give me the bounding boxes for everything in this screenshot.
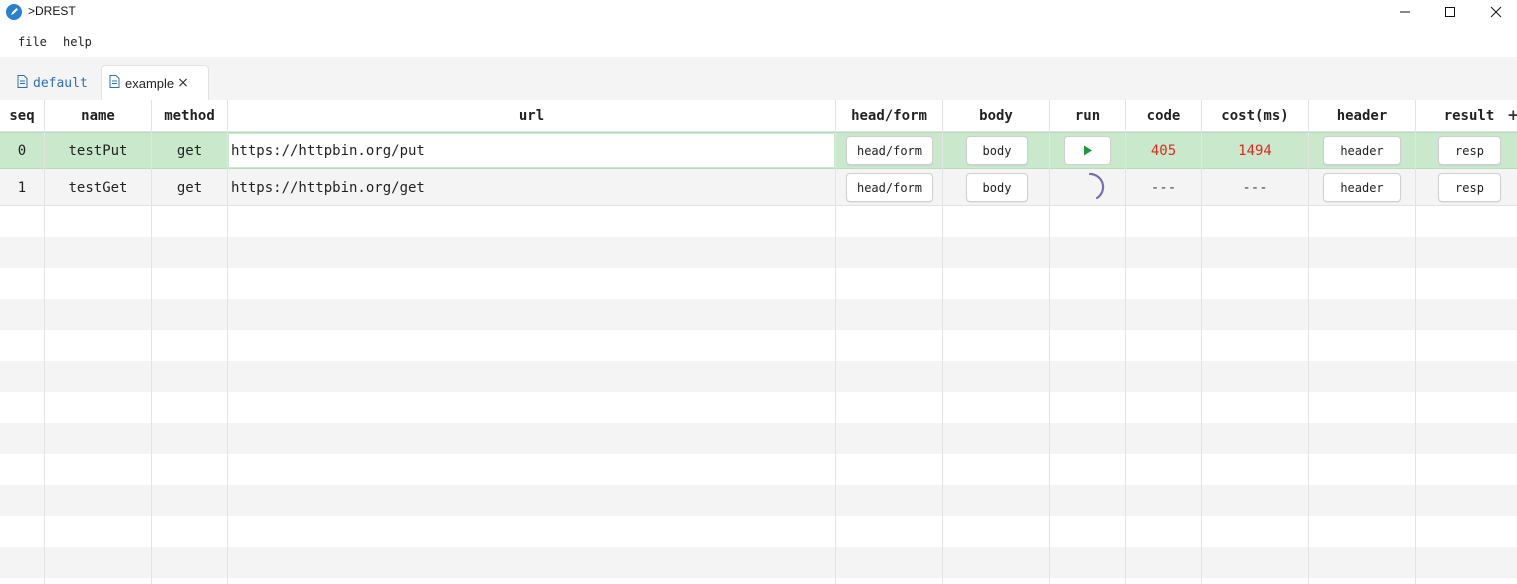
- column-header-seq[interactable]: seq: [0, 100, 44, 132]
- resp-button[interactable]: resp: [1438, 173, 1501, 202]
- head-form-button[interactable]: head/form: [846, 173, 933, 202]
- menu-help[interactable]: help: [63, 35, 92, 49]
- loading-spinner-icon: [1074, 171, 1106, 203]
- cell-method[interactable]: get: [152, 132, 227, 169]
- column-header-result[interactable]: result: [1416, 100, 1517, 132]
- cell-seq: 1: [17, 179, 27, 196]
- document-icon: [109, 74, 120, 92]
- column-divider: [1308, 100, 1309, 584]
- header-button[interactable]: header: [1323, 136, 1401, 165]
- play-icon: [1083, 145, 1092, 156]
- menu-bar: file help: [0, 31, 300, 53]
- tab-example[interactable]: example ×: [101, 65, 209, 100]
- cell-cost: 1494: [1238, 142, 1272, 159]
- column-header-run[interactable]: run: [1050, 100, 1125, 132]
- column-divider: [1415, 100, 1416, 584]
- header-button[interactable]: header: [1323, 173, 1401, 202]
- cell-method[interactable]: get: [152, 169, 227, 206]
- column-header-code[interactable]: code: [1126, 100, 1201, 132]
- column-header-body[interactable]: body: [943, 100, 1049, 132]
- column-header-name[interactable]: name: [45, 100, 151, 132]
- column-header-header[interactable]: header: [1309, 100, 1415, 132]
- column-divider: [1049, 100, 1050, 584]
- cell-status-code: 405: [1150, 142, 1177, 159]
- head-form-button[interactable]: head/form: [846, 136, 933, 165]
- body-button[interactable]: body: [966, 173, 1028, 202]
- tab-default[interactable]: default: [10, 66, 100, 100]
- column-divider: [942, 100, 943, 584]
- cell-url[interactable]: https://httpbin.org/get: [228, 169, 835, 206]
- request-table: seq name method url head/form body run c…: [0, 100, 1517, 584]
- column-header-url[interactable]: url: [228, 100, 835, 132]
- resp-button[interactable]: resp: [1438, 136, 1501, 165]
- cell-cost: ---: [1242, 179, 1268, 196]
- column-header-cost[interactable]: cost(ms): [1202, 100, 1308, 132]
- add-column-button[interactable]: +: [1507, 106, 1517, 124]
- column-divider: [835, 100, 836, 584]
- column-header-method[interactable]: method: [152, 100, 227, 132]
- close-icon[interactable]: [1473, 0, 1517, 24]
- cell-status-code: ---: [1150, 179, 1177, 196]
- cell-name[interactable]: testPut: [45, 132, 151, 169]
- maximize-icon[interactable]: [1427, 0, 1473, 24]
- tab-label: example: [125, 75, 175, 91]
- window-title: >DREST: [28, 4, 76, 18]
- cell-name[interactable]: testGet: [45, 169, 151, 206]
- body-button[interactable]: body: [966, 136, 1028, 165]
- tab-label: default: [33, 75, 88, 91]
- run-button[interactable]: [1064, 136, 1111, 165]
- tab-close-icon[interactable]: ×: [177, 75, 189, 91]
- document-icon: [17, 74, 28, 92]
- app-logo-icon: [6, 4, 22, 20]
- column-header-head-form[interactable]: head/form: [836, 100, 942, 132]
- cell-seq: 0: [17, 142, 27, 159]
- cell-url[interactable]: https://httpbin.org/put: [228, 132, 835, 169]
- title-bar: >DREST: [0, 0, 1517, 24]
- minimize-icon[interactable]: [1382, 0, 1428, 24]
- menu-file[interactable]: file: [18, 35, 47, 49]
- tab-strip: default example ×: [0, 57, 1517, 100]
